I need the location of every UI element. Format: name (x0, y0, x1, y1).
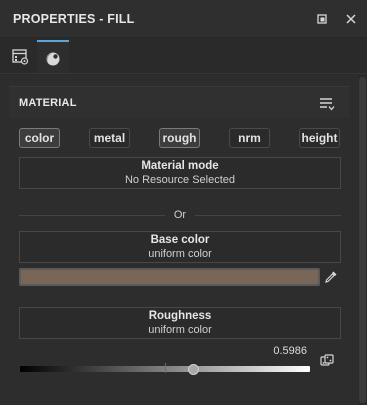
material-sphere-icon (46, 52, 60, 66)
panel-titlebar: PROPERTIES - FILL (0, 0, 367, 38)
material-mode-value: No Resource Selected (124, 174, 236, 186)
material-section-header: MATERIAL (9, 86, 349, 118)
restore-window-icon[interactable] (315, 12, 329, 26)
material-mode-selector[interactable]: Material mode No Resource Selected (19, 157, 341, 189)
scrollbar-thumb[interactable] (359, 77, 366, 403)
channel-rough-button[interactable]: rough (159, 128, 200, 148)
separator-text: Or (165, 209, 195, 221)
channel-metal-button[interactable]: metal (89, 128, 130, 148)
layer-properties-icon (12, 49, 29, 65)
roughness-label: Roughness (148, 310, 212, 322)
channel-height-button[interactable]: height (299, 128, 340, 148)
channel-color-button[interactable]: color (19, 128, 60, 148)
roughness-value: 0.5986 (273, 345, 307, 357)
roughness-selector[interactable]: Roughness uniform color (19, 307, 341, 339)
base-color-selector[interactable]: Base color uniform color (19, 231, 341, 263)
tab-layer-properties[interactable] (4, 40, 36, 73)
scrollbar[interactable] (358, 75, 367, 405)
tab-material[interactable] (37, 40, 69, 73)
section-title: MATERIAL (19, 97, 77, 109)
panel-title: PROPERTIES - FILL (13, 12, 135, 26)
base-color-mode: uniform color (148, 248, 212, 260)
list-menu-icon[interactable] (319, 97, 335, 111)
material-mode-label: Material mode (141, 160, 219, 172)
slider-midpoint-tick (165, 363, 166, 373)
dice-icon[interactable] (320, 354, 334, 368)
base-color-swatch[interactable] (19, 268, 320, 286)
eyedropper-icon[interactable] (324, 270, 338, 284)
channel-nrm-button[interactable]: nrm (229, 128, 270, 148)
close-icon[interactable] (344, 12, 358, 26)
roughness-mode: uniform color (148, 324, 212, 336)
panel-tabbar (0, 38, 367, 74)
base-color-label: Base color (150, 234, 210, 246)
